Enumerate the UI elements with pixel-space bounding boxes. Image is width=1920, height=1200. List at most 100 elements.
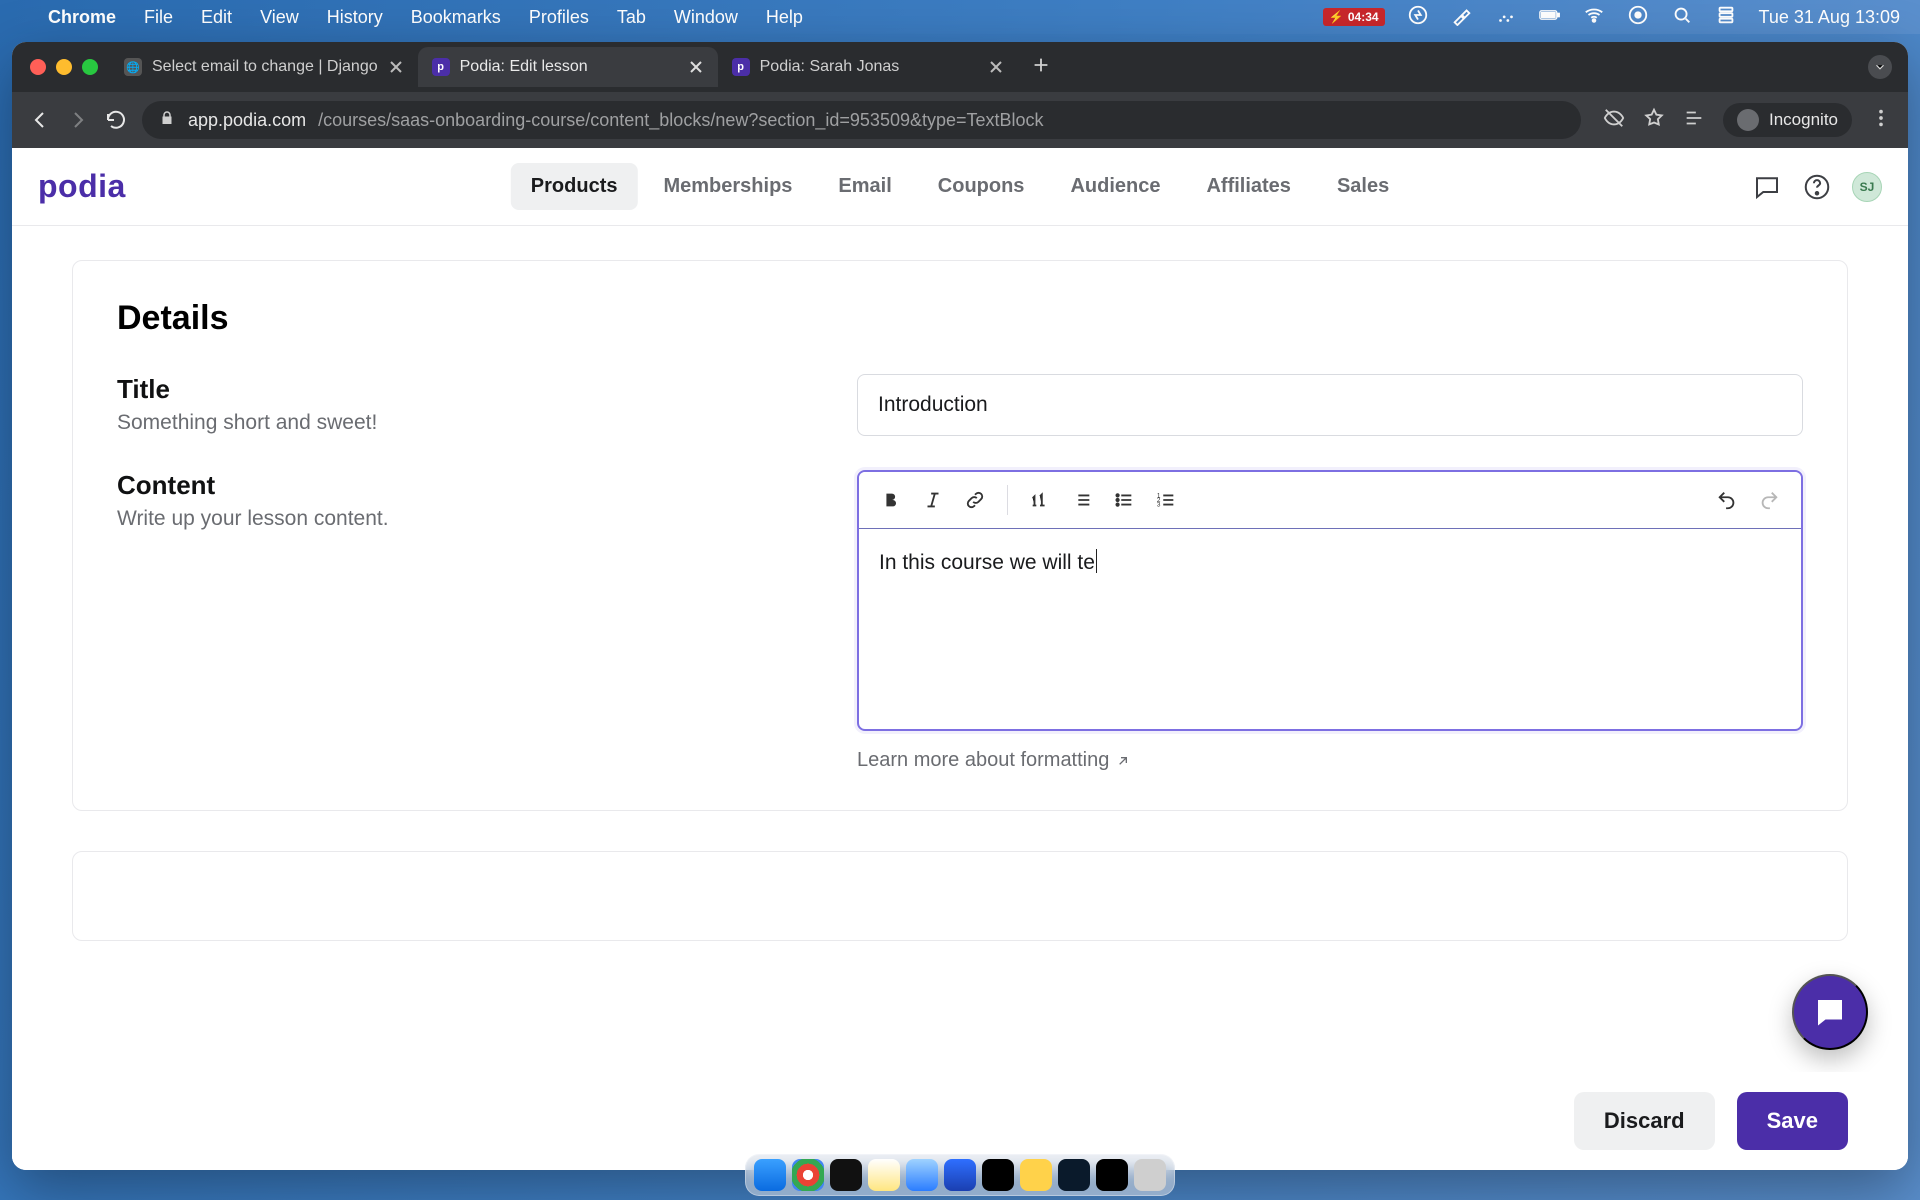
nav-sales[interactable]: Sales (1317, 163, 1409, 210)
menubar-view[interactable]: View (260, 7, 299, 28)
battery-time-text: 04:34 (1348, 10, 1379, 24)
wifi-icon[interactable] (1583, 4, 1605, 31)
incognito-mask-icon (1737, 109, 1759, 131)
link-button[interactable] (957, 482, 993, 518)
content-help: Write up your lesson content. (117, 507, 797, 531)
control-center-icon[interactable] (1627, 4, 1649, 31)
nav-products[interactable]: Products (511, 163, 638, 210)
svg-text:3: 3 (1157, 501, 1161, 508)
bold-button[interactable] (873, 482, 909, 518)
close-tab-icon[interactable] (688, 59, 704, 75)
bullet-list-button[interactable] (1106, 482, 1142, 518)
toolbar-divider (1007, 485, 1008, 515)
window-traffic-lights[interactable] (22, 59, 110, 75)
battery-indicator[interactable]: ⚡04:34 (1323, 8, 1385, 26)
menubar-app-name[interactable]: Chrome (48, 7, 116, 28)
details-card: Details Title Something short and sweet!… (72, 260, 1848, 811)
dots-icon[interactable] (1495, 4, 1517, 31)
tab-podia-sarah[interactable]: p Podia: Sarah Jonas (718, 47, 1018, 87)
search-icon[interactable] (1671, 4, 1693, 31)
nav-audience[interactable]: Audience (1050, 163, 1180, 210)
external-link-icon (1115, 753, 1131, 769)
reload-button[interactable] (104, 108, 128, 132)
eye-off-icon[interactable] (1603, 107, 1625, 134)
control-strip-icon[interactable] (1715, 4, 1737, 31)
main-nav: Products Memberships Email Coupons Audie… (511, 163, 1409, 210)
tabstrip-menu-icon[interactable] (1868, 55, 1892, 79)
dock-safari-icon[interactable] (906, 1159, 938, 1191)
menubar-tab[interactable]: Tab (617, 7, 646, 28)
undo-button[interactable] (1709, 482, 1745, 518)
title-input[interactable] (857, 374, 1803, 436)
browser-window: 🌐 Select email to change | Django p Podi… (12, 42, 1908, 1170)
close-tab-icon[interactable] (388, 59, 404, 75)
url-input[interactable]: app.podia.com/courses/saas-onboarding-co… (142, 101, 1581, 139)
nav-email[interactable]: Email (818, 163, 911, 210)
hammer-icon[interactable] (1451, 4, 1473, 31)
user-avatar[interactable]: SJ (1852, 172, 1882, 202)
dock-console-icon[interactable] (1096, 1159, 1128, 1191)
star-icon[interactable] (1643, 107, 1665, 134)
nav-coupons[interactable]: Coupons (918, 163, 1045, 210)
details-heading: Details (117, 299, 1803, 338)
formatting-help-link[interactable]: Learn more about formatting (857, 749, 1803, 772)
nav-affiliates[interactable]: Affiliates (1186, 163, 1310, 210)
podia-logo[interactable]: podia (38, 168, 126, 205)
menubar-profiles[interactable]: Profiles (529, 7, 589, 28)
new-tab-button[interactable] (1030, 54, 1052, 81)
close-window-button[interactable] (30, 59, 46, 75)
dock-finder-icon[interactable] (754, 1159, 786, 1191)
macos-dock[interactable] (745, 1154, 1175, 1196)
number-list-button[interactable]: 123 (1148, 482, 1184, 518)
nav-memberships[interactable]: Memberships (643, 163, 812, 210)
content-text: In this course we will te (879, 551, 1095, 574)
tab-title: Podia: Sarah Jonas (760, 58, 978, 76)
chat-icon[interactable] (1752, 172, 1782, 202)
redo-button[interactable] (1751, 482, 1787, 518)
menubar-history[interactable]: History (327, 7, 383, 28)
dock-activity-icon[interactable] (982, 1159, 1014, 1191)
menubar-bookmarks[interactable]: Bookmarks (411, 7, 501, 28)
close-tab-icon[interactable] (988, 59, 1004, 75)
app-header: podia Products Memberships Email Coupons… (12, 148, 1908, 226)
forward-button[interactable] (66, 108, 90, 132)
kebab-menu-icon[interactable] (1870, 107, 1892, 134)
help-icon[interactable] (1802, 172, 1832, 202)
dock-terminal-icon[interactable] (830, 1159, 862, 1191)
dock-trash-icon[interactable] (1134, 1159, 1166, 1191)
tab-podia-edit-lesson[interactable]: p Podia: Edit lesson (418, 47, 718, 87)
next-card-peek (72, 851, 1848, 941)
menubar-clock[interactable]: Tue 31 Aug 13:09 (1759, 7, 1900, 28)
url-path: /courses/saas-onboarding-course/content_… (318, 110, 1043, 131)
power-icon[interactable] (1407, 4, 1429, 31)
dock-quicktime-icon[interactable] (944, 1159, 976, 1191)
fullscreen-window-button[interactable] (82, 59, 98, 75)
tab-title: Select email to change | Django (152, 58, 378, 76)
dock-bolt-icon[interactable] (1020, 1159, 1052, 1191)
incognito-badge[interactable]: Incognito (1723, 103, 1852, 137)
title-label: Title (117, 374, 797, 405)
formatting-help-text: Learn more about formatting (857, 749, 1109, 772)
app-viewport: podia Products Memberships Email Coupons… (12, 148, 1908, 1170)
back-button[interactable] (28, 108, 52, 132)
menubar-window[interactable]: Window (674, 7, 738, 28)
quote-button[interactable] (1064, 482, 1100, 518)
dock-xcode-icon[interactable] (1058, 1159, 1090, 1191)
menubar-help[interactable]: Help (766, 7, 803, 28)
menubar-file[interactable]: File (144, 7, 173, 28)
tab-django-admin[interactable]: 🌐 Select email to change | Django (110, 47, 418, 87)
menubar-edit[interactable]: Edit (201, 7, 232, 28)
intercom-button[interactable] (1792, 974, 1868, 1050)
italic-button[interactable] (915, 482, 951, 518)
dock-chrome-icon[interactable] (792, 1159, 824, 1191)
discard-button[interactable]: Discard (1574, 1092, 1715, 1150)
battery-icon[interactable] (1539, 4, 1561, 31)
tab-title: Podia: Edit lesson (460, 58, 678, 76)
text-size-button[interactable] (1022, 482, 1058, 518)
minimize-window-button[interactable] (56, 59, 72, 75)
content-textarea[interactable]: In this course we will te (859, 529, 1801, 729)
reading-list-icon[interactable] (1683, 107, 1705, 134)
save-button[interactable]: Save (1737, 1092, 1848, 1150)
rich-text-editor: 123 In this course we will te (857, 470, 1803, 731)
dock-notes-icon[interactable] (868, 1159, 900, 1191)
